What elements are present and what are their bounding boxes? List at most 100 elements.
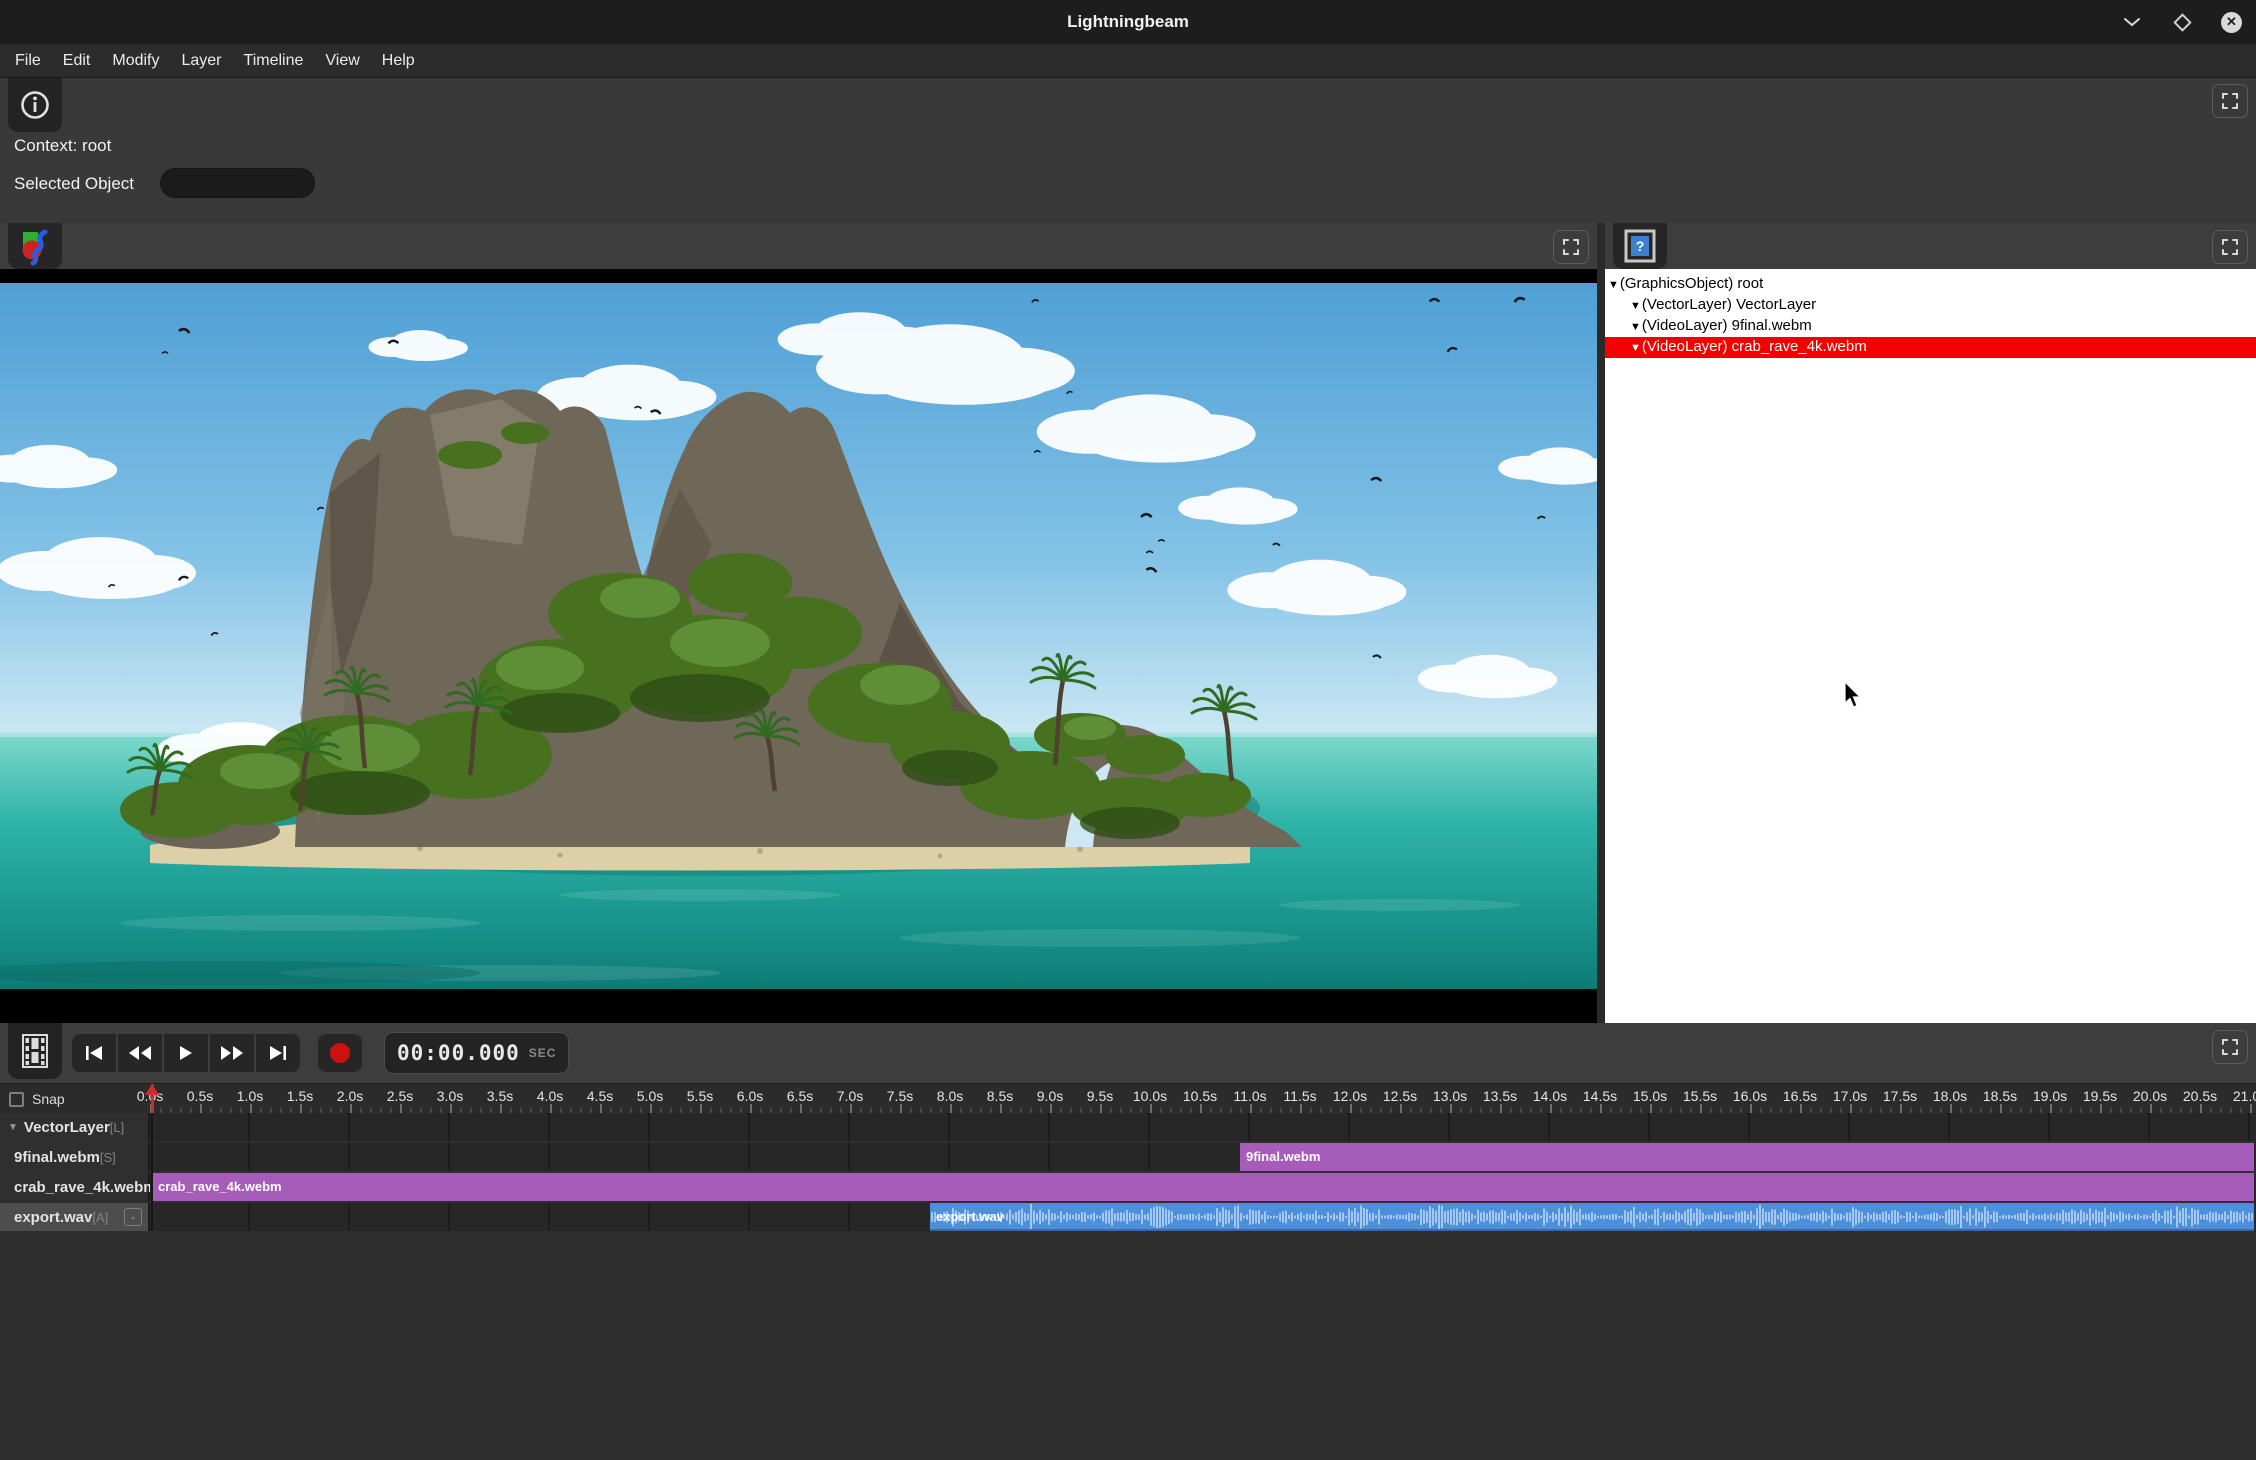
ruler-tick xyxy=(950,1104,952,1113)
audio-clip[interactable]: export.wav xyxy=(930,1203,2254,1231)
ruler-tick xyxy=(1300,1104,1302,1113)
menu-timeline[interactable]: Timeline xyxy=(233,44,315,77)
menu-view[interactable]: View xyxy=(314,44,370,77)
title-bar: Lightningbeam ✕ xyxy=(0,0,2256,44)
ruler-label: 10.5s xyxy=(1183,1088,1217,1104)
ruler-label: 4.5s xyxy=(587,1088,613,1104)
ruler-tick xyxy=(1500,1104,1502,1113)
fullscreen-icon xyxy=(2221,92,2239,110)
tree-item[interactable]: ▼(VideoLayer) 9final.webm xyxy=(1605,316,2256,337)
maximize-icon[interactable] xyxy=(2171,11,2193,33)
collapse-arrow-icon[interactable]: ▼ xyxy=(1630,318,1641,337)
track-lane[interactable]: export.wav xyxy=(150,1203,2256,1231)
ruler-tick xyxy=(1350,1104,1352,1113)
close-icon[interactable]: ✕ xyxy=(2221,12,2242,33)
ruler-label: 13.0s xyxy=(1433,1088,1467,1104)
tree-item[interactable]: ▼(VideoLayer) crab_rave_4k.webm xyxy=(1605,337,2256,358)
track-row: 9final.webm[S]9final.webm xyxy=(0,1143,2256,1171)
menu-layer[interactable]: Layer xyxy=(170,44,232,77)
play-button[interactable] xyxy=(164,1034,208,1072)
clip-label: export.wav xyxy=(930,1203,2254,1231)
video-clip[interactable]: crab_rave_4k.webm xyxy=(152,1173,2254,1201)
menu-modify[interactable]: Modify xyxy=(101,44,170,77)
ruler-label: 9.5s xyxy=(1087,1088,1113,1104)
window-title: Lightningbeam xyxy=(0,0,2256,44)
menu-edit[interactable]: Edit xyxy=(52,44,102,77)
missing-image-icon: ? xyxy=(1623,228,1657,264)
record-button[interactable] xyxy=(318,1034,362,1072)
ruler-label: 19.0s xyxy=(2033,1088,2067,1104)
track-name: 9final.webm xyxy=(14,1149,100,1166)
ruler-label: 17.0s xyxy=(1833,1088,1867,1104)
ruler-label: 18.0s xyxy=(1933,1088,1967,1104)
minimize-icon[interactable] xyxy=(2121,11,2143,33)
transport-buttons xyxy=(72,1034,300,1072)
ruler-tick xyxy=(1700,1104,1702,1113)
fast-forward-button[interactable] xyxy=(210,1034,254,1072)
video-clip[interactable]: 9final.webm xyxy=(1240,1143,2254,1171)
ruler-label: 21.0s xyxy=(2233,1088,2256,1104)
ruler-label: 15.0s xyxy=(1633,1088,1667,1104)
collapse-arrow-icon[interactable]: ▼ xyxy=(1630,339,1641,358)
ruler-label: 0.5s xyxy=(187,1088,213,1104)
ruler-tick xyxy=(1000,1104,1002,1113)
ruler-tick xyxy=(2150,1104,2152,1113)
ruler-tick xyxy=(1250,1104,1252,1113)
track-lane[interactable]: crab_rave_4k.webm xyxy=(150,1173,2256,1201)
time-display: 00:00.000 SEC xyxy=(384,1032,569,1074)
snap-checkbox[interactable] xyxy=(9,1092,24,1107)
ruler-tick xyxy=(500,1104,502,1113)
ruler-tick xyxy=(1650,1104,1652,1113)
selected-object-field[interactable] xyxy=(160,168,315,198)
track-lane[interactable] xyxy=(150,1113,2256,1141)
ruler-tick xyxy=(1450,1104,1452,1113)
rewind-button[interactable] xyxy=(118,1034,162,1072)
tree-item[interactable]: ▼(VectorLayer) VectorLayer xyxy=(1605,295,2256,316)
skip-to-start-button[interactable] xyxy=(72,1034,116,1072)
track-label[interactable]: export.wav[A] - xyxy=(0,1203,150,1231)
ruler-label: 6.0s xyxy=(737,1088,763,1104)
tree-header: ? xyxy=(1605,223,2256,269)
collapse-arrow-icon[interactable]: ▼ xyxy=(1630,297,1641,316)
ruler-label: 11.0s xyxy=(1233,1088,1266,1104)
menu-bar: FileEditModifyLayerTimelineViewHelp xyxy=(0,44,2256,78)
collapse-arrow-icon[interactable]: ▼ xyxy=(1608,276,1619,295)
info-tab[interactable] xyxy=(8,78,62,132)
ruler-label: 17.5s xyxy=(1883,1088,1917,1104)
ruler-label: 16.5s xyxy=(1783,1088,1817,1104)
track-label[interactable]: crab_rave_4k.webm[M] xyxy=(0,1173,150,1201)
ruler-tick xyxy=(600,1104,602,1113)
ruler-label: 6.5s xyxy=(787,1088,813,1104)
tree-expand-button[interactable] xyxy=(2212,230,2248,264)
stage-header xyxy=(0,223,1597,269)
track-type-badge: [A] xyxy=(92,1210,108,1225)
timeline-ruler[interactable]: Snap 0.0s0.5s1.0s1.5s2.0s2.5s3.0s3.5s4.0… xyxy=(0,1083,2256,1113)
ruler-tick xyxy=(2100,1104,2102,1113)
menu-help[interactable]: Help xyxy=(371,44,426,77)
menu-file[interactable]: File xyxy=(4,44,52,77)
timeline-expand-button[interactable] xyxy=(2212,1030,2248,1064)
ruler-tick xyxy=(1050,1104,1052,1113)
skip-to-end-button[interactable] xyxy=(256,1034,300,1072)
ruler-tick xyxy=(1100,1104,1102,1113)
tree-tab[interactable]: ? xyxy=(1613,223,1667,269)
stage-canvas[interactable] xyxy=(0,269,1597,1023)
track-label[interactable]: 9final.webm[S] xyxy=(0,1143,150,1171)
stage-tab[interactable] xyxy=(8,223,62,269)
ruler-label: 18.5s xyxy=(1983,1088,2017,1104)
ruler-label: 13.5s xyxy=(1483,1088,1517,1104)
ruler-label: 9.0s xyxy=(1037,1088,1063,1104)
tree-item[interactable]: ▼(GraphicsObject) root xyxy=(1605,274,2256,295)
track-collapse-icon[interactable]: ▼ xyxy=(8,1122,18,1133)
inspector-expand-button[interactable] xyxy=(2212,84,2248,118)
track-toggle-button[interactable]: - xyxy=(124,1208,142,1226)
track-label[interactable]: ▼VectorLayer[L] xyxy=(0,1113,150,1141)
playhead-tip-icon[interactable] xyxy=(145,1084,159,1095)
ruler-label: 4.0s xyxy=(537,1088,563,1104)
timeline-tab[interactable] xyxy=(8,1023,62,1079)
track-lane[interactable]: 9final.webm xyxy=(150,1143,2256,1171)
tree-item-label: (GraphicsObject) root xyxy=(1620,275,1763,292)
track-row: crab_rave_4k.webm[M]crab_rave_4k.webm xyxy=(0,1173,2256,1201)
stage-expand-button[interactable] xyxy=(1553,230,1589,264)
track-name: export.wav xyxy=(14,1209,92,1226)
